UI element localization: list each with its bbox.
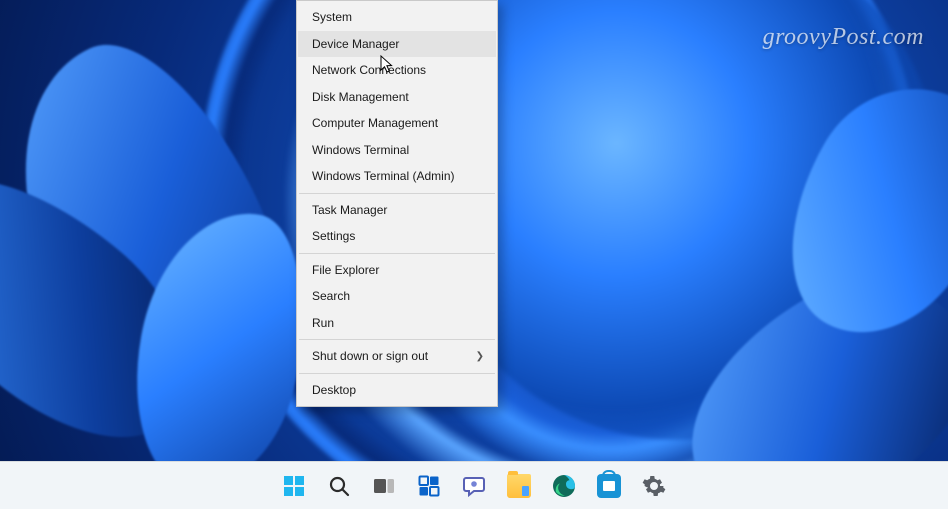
menu-item-label: Search — [312, 289, 350, 303]
taskbar-edge-button[interactable] — [544, 466, 584, 506]
chevron-right-icon: ❯ — [476, 351, 484, 362]
taskbar-file-explorer-button[interactable] — [499, 466, 539, 506]
menu-item-desktop[interactable]: Desktop — [298, 377, 496, 404]
menu-item-label: Desktop — [312, 383, 356, 397]
menu-item-label: Disk Management — [312, 90, 409, 104]
menu-item-label: Computer Management — [312, 116, 438, 130]
store-icon — [597, 474, 621, 498]
menu-separator — [299, 253, 495, 254]
menu-item-settings[interactable]: Settings — [298, 223, 496, 250]
menu-separator — [299, 193, 495, 194]
start-icon — [282, 474, 306, 498]
menu-item-windows-terminal[interactable]: Windows Terminal — [298, 137, 496, 164]
menu-item-label: Settings — [312, 229, 355, 243]
menu-item-label: Windows Terminal — [312, 143, 409, 157]
winx-context-menu: System Device Manager Network Connection… — [296, 0, 498, 407]
widgets-icon — [417, 474, 441, 498]
taskbar-start-button[interactable] — [274, 466, 314, 506]
menu-item-network-connections[interactable]: Network Connections — [298, 57, 496, 84]
menu-item-disk-management[interactable]: Disk Management — [298, 84, 496, 111]
menu-item-label: Run — [312, 316, 334, 330]
menu-item-search[interactable]: Search — [298, 283, 496, 310]
settings-icon — [642, 474, 666, 498]
taskbar-store-button[interactable] — [589, 466, 629, 506]
chat-icon — [462, 474, 486, 498]
menu-item-label: Task Manager — [312, 203, 387, 217]
menu-item-shut-down-or-sign-out[interactable]: Shut down or sign out ❯ — [298, 343, 496, 370]
menu-separator — [299, 373, 495, 374]
taskbar-settings-button[interactable] — [634, 466, 674, 506]
menu-separator — [299, 339, 495, 340]
taskbar-task-view-button[interactable] — [364, 466, 404, 506]
menu-item-label: Device Manager — [312, 37, 399, 51]
menu-item-run[interactable]: Run — [298, 310, 496, 337]
menu-item-system[interactable]: System — [298, 4, 496, 31]
menu-item-label: System — [312, 10, 352, 24]
edge-icon — [552, 474, 576, 498]
search-icon — [327, 474, 351, 498]
menu-item-label: Windows Terminal (Admin) — [312, 169, 454, 183]
task-view-icon — [372, 474, 396, 498]
folder-icon — [507, 474, 531, 498]
taskbar-search-button[interactable] — [319, 466, 359, 506]
menu-item-file-explorer[interactable]: File Explorer — [298, 257, 496, 284]
menu-item-label: Network Connections — [312, 63, 426, 77]
menu-item-task-manager[interactable]: Task Manager — [298, 197, 496, 224]
taskbar-widgets-button[interactable] — [409, 466, 449, 506]
taskbar — [0, 461, 948, 509]
menu-item-label: File Explorer — [312, 263, 379, 277]
watermark-text: groovyPost.com — [763, 24, 924, 51]
menu-item-computer-management[interactable]: Computer Management — [298, 110, 496, 137]
menu-item-windows-terminal-admin[interactable]: Windows Terminal (Admin) — [298, 163, 496, 190]
taskbar-chat-button[interactable] — [454, 466, 494, 506]
menu-item-label: Shut down or sign out — [312, 349, 428, 363]
menu-item-device-manager[interactable]: Device Manager — [298, 31, 496, 58]
